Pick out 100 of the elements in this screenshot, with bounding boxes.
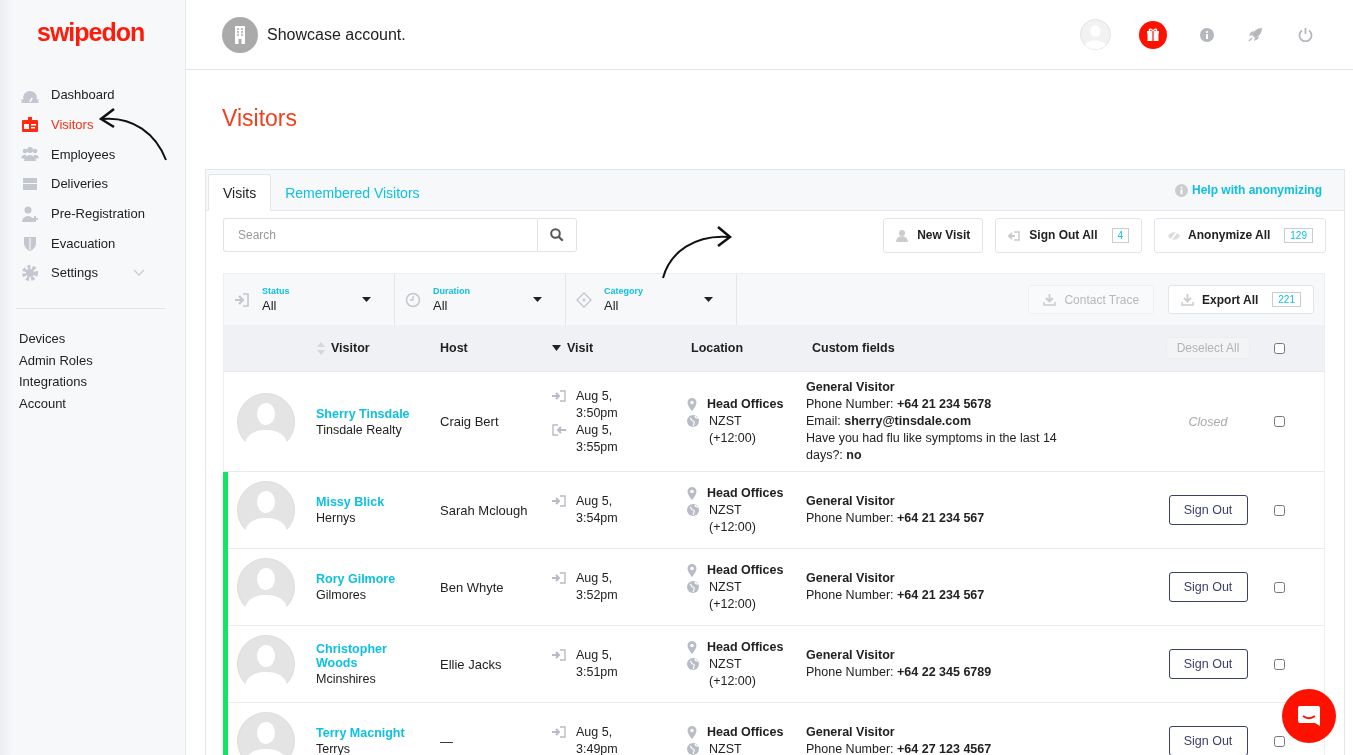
sign-out-button[interactable]: Sign Out [1168, 572, 1248, 602]
pin-icon [687, 563, 697, 577]
select-all-checkbox[interactable] [1274, 342, 1285, 354]
host-name: Craig Bert [440, 414, 499, 429]
pin-icon [687, 398, 697, 411]
pin-icon [687, 486, 697, 500]
globe-icon [687, 415, 699, 427]
custom-field: Phone Number: +64 27 123 4567 [806, 741, 1088, 755]
tab[interactable]: Visits [208, 174, 272, 211]
globe-icon [687, 580, 699, 593]
building-icon [222, 16, 258, 53]
gift-icon[interactable] [1139, 20, 1167, 49]
person-add-icon [21, 204, 39, 223]
sidebar-item[interactable]: Employees [0, 139, 145, 170]
host-name: Sarah Mclough [440, 502, 528, 518]
sign-in-icon [552, 726, 566, 738]
company-name: Mcinshires [316, 672, 376, 686]
sign-out-button[interactable]: Sign Out [1168, 726, 1248, 755]
search-button[interactable] [537, 218, 577, 252]
count-badge: 129 [1284, 227, 1313, 243]
person-icon [896, 228, 910, 242]
timezone: NZST (+12:00) [709, 578, 757, 613]
visitor-category: General Visitor [806, 379, 895, 396]
sidebar-link[interactable]: Integrations [19, 374, 87, 391]
globe-icon [687, 657, 699, 670]
timezone: NZST (+12:00) [709, 413, 757, 447]
row-checkbox[interactable] [1274, 735, 1285, 747]
column-header[interactable]: Visit [567, 341, 594, 355]
globe-icon [687, 503, 699, 516]
count-badge: 221 [1272, 292, 1301, 307]
download-icon [1043, 293, 1057, 306]
action-button[interactable]: Anonymize All 129 [1154, 217, 1326, 253]
sign-in-icon [552, 495, 566, 507]
host-name: — [440, 733, 453, 749]
company-name: Gilmores [316, 588, 366, 602]
avatar-icon [237, 635, 295, 693]
column-header[interactable]: Custom fields [812, 341, 895, 355]
company-name: Tinsdale Realty [316, 422, 402, 437]
visit-time: Aug 5, 3:52pm [576, 570, 619, 604]
search-icon [550, 228, 564, 242]
tag-icon [576, 291, 592, 308]
sign-in-icon [552, 572, 566, 584]
company-name: Hernys [316, 511, 356, 525]
page-title: Visitors [222, 104, 297, 133]
row-checkbox[interactable] [1274, 416, 1285, 427]
location-name: Head Offices [707, 396, 784, 413]
column-header[interactable]: Visitor [331, 341, 370, 355]
location-name: Head Offices [707, 638, 784, 656]
chevron-down-icon [133, 268, 145, 277]
account-name: Showcase account. [267, 25, 406, 44]
custom-field: Have you had flu like symptoms in the last 14 days?: no [806, 430, 1088, 464]
custom-field: Phone Number: +64 21 234 567 [806, 587, 1088, 604]
avatar-icon [237, 558, 295, 616]
sidebar-item[interactable]: Settings [0, 258, 145, 288]
visit-time: Aug 5, 3:49pm [576, 724, 619, 755]
people-icon [21, 145, 39, 164]
column-header[interactable]: Host [440, 341, 468, 355]
sidebar-link[interactable]: Admin Roles [19, 352, 93, 370]
sidebar-item[interactable]: Evacuation [0, 228, 145, 259]
custom-field: Phone Number: +64 22 345 6789 [806, 664, 1088, 681]
sidebar-item[interactable]: Dashboard [0, 80, 145, 110]
timezone: NZST [709, 741, 743, 755]
clock-icon [405, 291, 421, 308]
avatar-icon [237, 481, 295, 539]
info-icon [1175, 183, 1188, 197]
caret-down-icon [704, 297, 713, 302]
sidebar-link[interactable]: Devices [19, 330, 66, 348]
sign-out-icon [1008, 228, 1022, 242]
sidebar-item[interactable]: Visitors [0, 109, 145, 140]
sign-in-icon [552, 649, 566, 661]
sidebar-item[interactable]: Pre-Registration [0, 198, 145, 229]
row-checkbox[interactable] [1274, 504, 1285, 516]
action-button[interactable]: New Visit [883, 217, 984, 253]
column-header[interactable]: Location [691, 341, 744, 355]
sidebar-link[interactable]: Account [19, 395, 66, 413]
host-name: Ellie Jacks [440, 656, 502, 672]
avatar-icon [237, 392, 295, 451]
caret-down-icon [533, 297, 542, 302]
custom-field: Phone Number: +64 21 234 5678 [806, 396, 1088, 413]
export-button[interactable]: Export All 221 [1168, 285, 1314, 314]
sign-out-button[interactable]: Sign Out [1168, 649, 1248, 679]
id-card-icon [21, 115, 39, 134]
custom-field: Email: sherry@tinsdale.com [806, 413, 1088, 430]
pin-icon [687, 726, 697, 739]
sign-out-button[interactable]: Sign Out [1168, 495, 1248, 525]
count-badge: 4 [1111, 227, 1130, 243]
download-icon [1181, 293, 1195, 306]
closed-status: Closed [1188, 414, 1228, 429]
action-button[interactable]: Sign Out All 4 [995, 217, 1143, 253]
visitor-category: General Visitor [806, 724, 895, 741]
visitor-category: General Visitor [806, 647, 895, 664]
row-checkbox[interactable] [1274, 581, 1285, 593]
search-field[interactable]: Search [223, 218, 537, 252]
caret-down-icon [362, 297, 371, 302]
sign-out-icon [552, 423, 566, 436]
host-name: Ben Whyte [440, 579, 504, 595]
sidebar-item[interactable]: Deliveries [0, 169, 145, 199]
row-checkbox[interactable] [1274, 658, 1285, 670]
visit-time: Aug 5, 3:50pm [576, 387, 619, 422]
sign-in-icon [234, 291, 250, 308]
